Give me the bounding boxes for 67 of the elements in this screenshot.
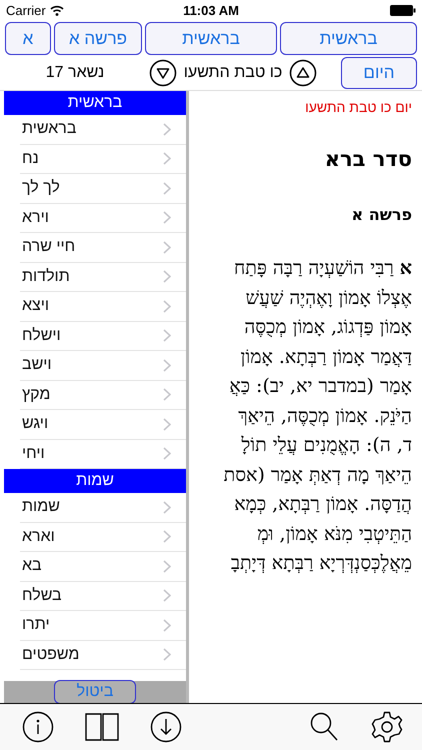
chevron-icon (163, 648, 171, 662)
list-item[interactable]: בא (20, 552, 186, 582)
chevron-icon (163, 358, 171, 372)
text-line: דַּאֲמַר אָמוֹן רַבְּתָא. אָמוֹן (239, 344, 412, 370)
search-icon[interactable] (308, 711, 340, 743)
list-item[interactable]: וירא (20, 204, 186, 233)
chevron-icon (163, 270, 171, 284)
today-button[interactable]: היום (341, 57, 417, 89)
clock-time: 11:03 AM (183, 2, 239, 18)
download-icon[interactable] (150, 711, 182, 743)
list-item[interactable]: תולדות (20, 262, 186, 292)
chevron-icon (163, 182, 171, 195)
chevron-icon (163, 240, 171, 254)
wifi-icon (50, 4, 64, 16)
text-line: הַתֵּיטְבִי מִנֹּא אָמוֹן, וּמְ (256, 522, 412, 546)
list-item[interactable]: וארא (20, 522, 186, 552)
nav-button[interactable]: פרשה א (54, 22, 142, 55)
text-line: הֲדַסָּה. אָמוֹן רַבְּתָא, כְּמָא (233, 492, 412, 517)
list-item[interactable]: ויגש (20, 410, 186, 440)
date-label: כו טבת התשעו (182, 64, 284, 82)
chevron-icon (163, 500, 171, 514)
list-item[interactable]: חיי שרה (20, 233, 186, 262)
chevron-icon (163, 300, 171, 313)
text-line: מֵאֲלֶכְּסַנְדְּרְיָא רַבְּתָא דְּיָתְבָ (230, 551, 412, 576)
chevron-icon (163, 560, 171, 573)
chevron-icon (163, 329, 171, 342)
text-line: אֶצְלוֹ אָמוֹן וָאֶהְיֶה שַׁעֲשׁ (244, 286, 412, 310)
text-line: אָמוֹן פַּדְגוֹג, אָמוֹן מְכֻסֶּה (243, 315, 412, 340)
section-header: בראשית (4, 91, 186, 115)
section-title: סדר ברא (324, 147, 412, 171)
chevron-icon (163, 418, 171, 431)
chevron-icon (163, 211, 171, 224)
carrier-label: Carrier (6, 2, 46, 18)
list-item[interactable]: שמות (20, 493, 186, 522)
text-line: א רַבִּי הוֹשַׁעְיָה רַבָּה פָּתַח (233, 256, 412, 281)
date-line: יום כו טבת התשעו (304, 99, 412, 115)
settings-icon[interactable] (370, 710, 404, 744)
list-item[interactable]: ויצא (20, 292, 186, 322)
section-header: שמות (4, 469, 186, 493)
nav-button[interactable]: א (5, 22, 51, 55)
list-item[interactable]: מקץ (20, 380, 186, 410)
info-icon[interactable] (22, 711, 54, 743)
chevron-icon (163, 388, 171, 402)
list-item[interactable]: לך לך (20, 174, 186, 204)
list-item[interactable]: משפטים (20, 640, 186, 670)
book-icon[interactable] (84, 712, 120, 742)
list-item[interactable]: וישב (20, 351, 186, 380)
text-line: ד, ה): הָאֱמֻנִים עֲלֵי תוֹלָ (240, 433, 412, 458)
chevron-icon (163, 618, 171, 632)
list-item[interactable]: נח (20, 144, 186, 174)
text-line: הֵיאַךְ מָה דְאַתְּ אָמַר (אסת (222, 462, 412, 488)
list-item[interactable]: יתרו (20, 611, 186, 640)
remaining-label: נשאר 17 (44, 64, 106, 82)
chevron-icon (163, 447, 171, 460)
section-subtitle: פרשה א (350, 205, 412, 224)
chevron-icon (163, 122, 171, 136)
nav-button[interactable]: בראשית (280, 22, 417, 55)
list-item[interactable]: וישלח (20, 322, 186, 351)
text-line: הַיֹּנֵק. אָמוֹן מְכֻסֶּה, הֵיאַךְ (237, 404, 412, 428)
list-item[interactable]: בשלח (20, 582, 186, 611)
list-item[interactable]: בראשית (20, 115, 186, 144)
chevron-icon (163, 589, 171, 602)
text-line: אָמַר (במדבר יא, יב): כַּאֲ (228, 374, 412, 399)
chevron-icon (163, 152, 171, 166)
battery-icon (390, 4, 416, 16)
nav-button[interactable]: בראשית (145, 22, 277, 55)
chevron-icon (163, 530, 171, 544)
